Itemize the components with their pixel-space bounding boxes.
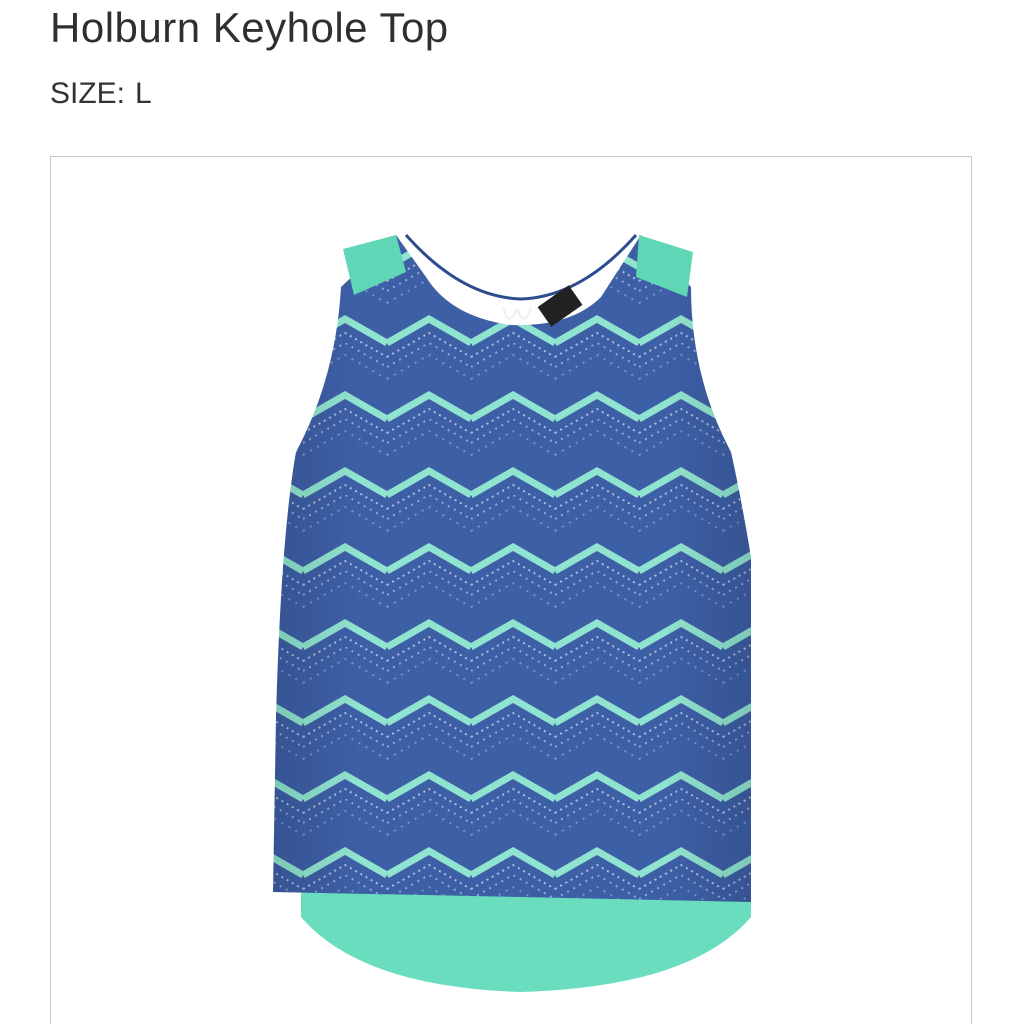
neckline bbox=[404, 234, 638, 301]
product-detail-page: Holburn Keyhole Top SIZE: L bbox=[0, 0, 1024, 1024]
size-row: SIZE: L bbox=[50, 72, 152, 116]
product-title: Holburn Keyhole Top bbox=[50, 4, 449, 51]
product-image-frame[interactable] bbox=[50, 156, 972, 1024]
product-photo bbox=[273, 234, 751, 992]
size-label: SIZE: bbox=[50, 77, 126, 110]
size-value: L bbox=[135, 77, 152, 110]
keyhole-tie bbox=[501, 306, 533, 320]
